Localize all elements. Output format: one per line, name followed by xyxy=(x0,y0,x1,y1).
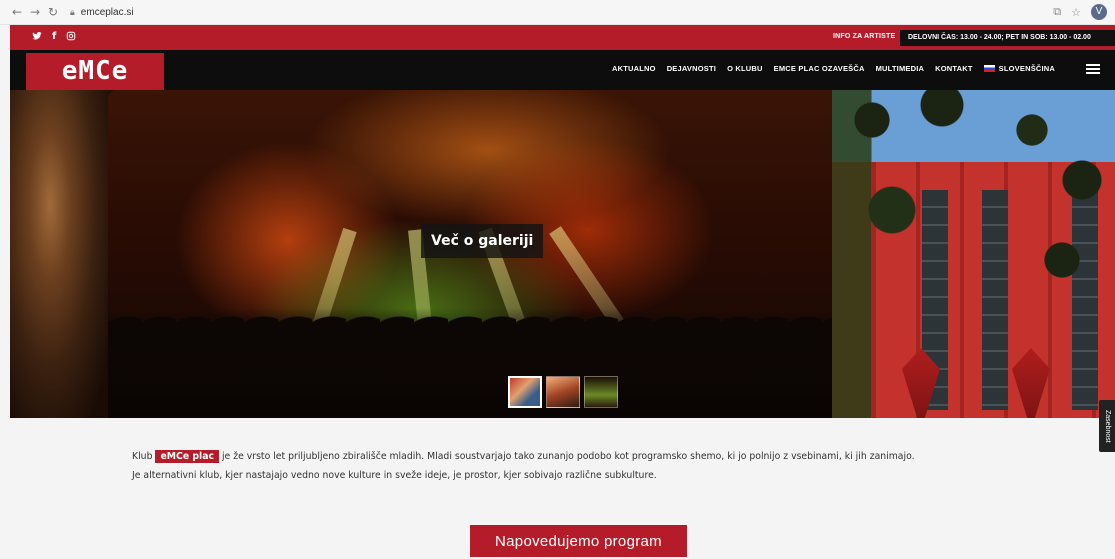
social-links: f xyxy=(32,31,76,44)
gallery-thumbnail[interactable] xyxy=(546,376,580,408)
slovenia-flag-icon xyxy=(983,65,995,72)
twitter-icon[interactable] xyxy=(32,31,42,44)
nav-item-ozavesca[interactable]: EMCE PLAC OZAVEŠČA xyxy=(774,64,865,73)
forward-arrow-icon[interactable]: → xyxy=(26,5,44,19)
privacy-tab[interactable]: Zasebnost xyxy=(1099,400,1115,452)
opening-hours: DELOVNI ČAS: 13.00 - 24.00; PET IN SOB: … xyxy=(900,30,1115,46)
instagram-icon[interactable] xyxy=(66,31,76,44)
back-arrow-icon[interactable]: ← xyxy=(8,5,26,19)
gallery-prev-slide[interactable] xyxy=(10,90,110,418)
gallery-more-button[interactable]: Več o galeriji xyxy=(421,224,544,258)
top-info-bar: f INFO ZA ARTISTE DELOVNI ČAS: 13.00 - 2… xyxy=(10,25,1115,50)
star-icon[interactable]: ☆ xyxy=(1071,6,1081,19)
hero-gallery xyxy=(10,90,1115,418)
address-bar[interactable]: 🔒︎ emceplac.si xyxy=(70,3,134,21)
intro-line-2: Je alternativni klub, kjer nastajajo ved… xyxy=(132,470,657,481)
browser-toolbar: ← → ↻ 🔒︎ emceplac.si ⧉ ☆ V xyxy=(0,0,1115,25)
intro-text: Klub eMCe plac je že vrsto let priljublj… xyxy=(132,447,1032,485)
hamburger-menu-icon[interactable] xyxy=(1086,64,1100,74)
gallery-thumbnail[interactable] xyxy=(508,376,542,408)
browser-actions: ⧉ ☆ V xyxy=(1053,4,1107,20)
nav-item-aktualno[interactable]: AKTUALNO xyxy=(612,64,656,73)
site-logo[interactable]: eMCe PLaC xyxy=(26,53,164,123)
lock-icon[interactable]: 🔒︎ xyxy=(70,7,75,18)
gallery-thumbnails xyxy=(508,376,618,408)
umbrella xyxy=(1012,348,1050,418)
language-switcher[interactable]: SLOVENŠČINA xyxy=(983,64,1056,73)
intro-line-1-rest: je že vrsto let priljubljeno zbirališče … xyxy=(219,451,915,462)
facebook-icon[interactable]: f xyxy=(52,31,56,44)
language-label: SLOVENŠČINA xyxy=(998,64,1056,73)
profile-avatar[interactable]: V xyxy=(1091,4,1107,20)
nav-item-kontakt[interactable]: KONTAKT xyxy=(935,64,973,73)
reload-icon[interactable]: ↻ xyxy=(44,5,62,19)
site-header: eMCe PLaC AKTUALNO DEJAVNOSTI O KLUBU EM… xyxy=(10,50,1115,123)
crowd-silhouette xyxy=(108,308,832,418)
intro-line-1: Klub eMCe plac je že vrsto let priljublj… xyxy=(132,447,1032,466)
main-nav: AKTUALNO DEJAVNOSTI O KLUBU EMCE PLAC OZ… xyxy=(612,64,1055,73)
translate-icon[interactable]: ⧉ xyxy=(1053,5,1061,19)
intro-prefix: Klub xyxy=(132,451,156,462)
nav-item-dejavnosti[interactable]: DEJAVNOSTI xyxy=(667,64,716,73)
tree-foliage xyxy=(832,90,1115,290)
nav-item-o-klubu[interactable]: O KLUBU xyxy=(727,64,763,73)
nav-item-multimedia[interactable]: MULTIMEDIA xyxy=(876,64,925,73)
program-cta-button[interactable]: Napovedujemo program xyxy=(470,525,687,557)
info-artists-link[interactable]: INFO ZA ARTISTE xyxy=(833,33,895,40)
brand-tag: eMCe plac xyxy=(155,450,219,463)
gallery-thumbnail[interactable] xyxy=(584,376,618,408)
url-text[interactable]: emceplac.si xyxy=(81,7,134,18)
